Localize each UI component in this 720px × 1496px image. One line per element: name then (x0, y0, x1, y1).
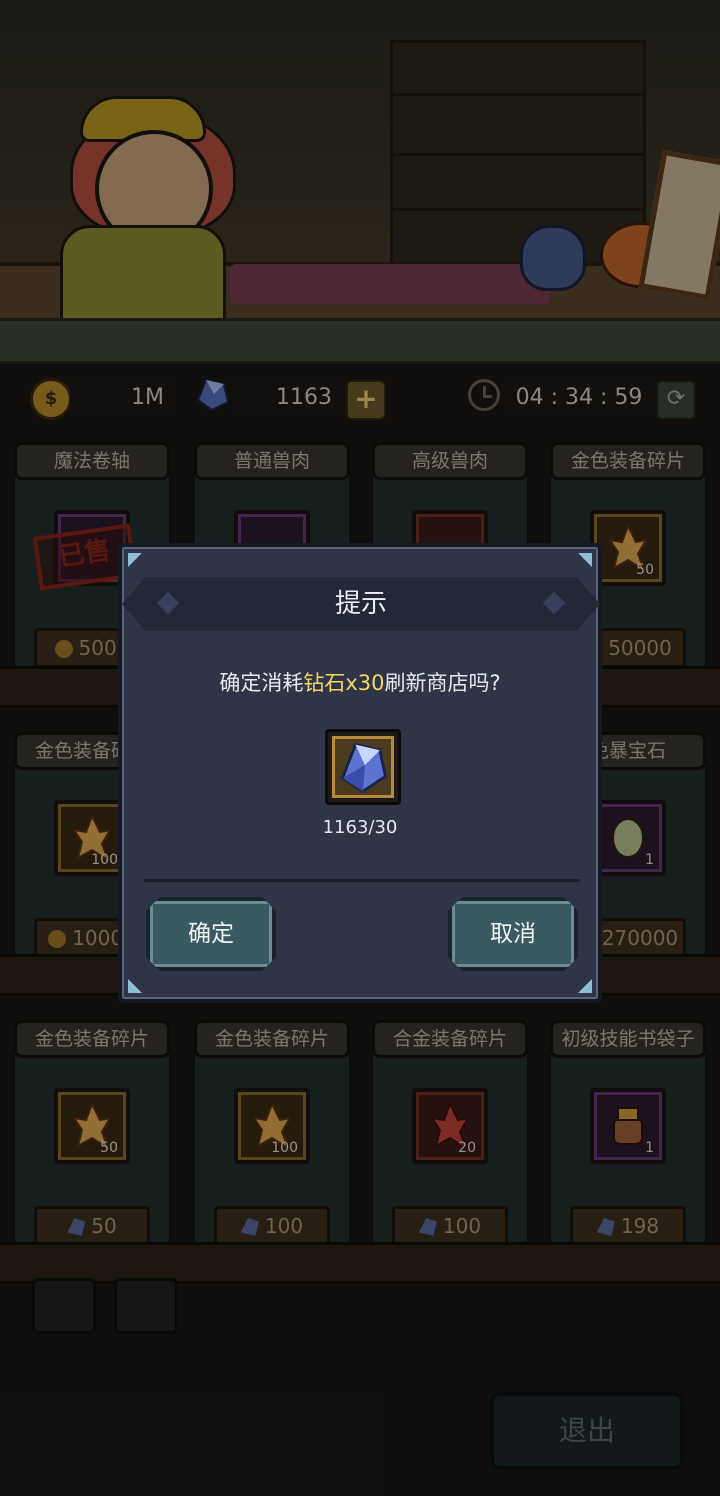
item-title: 金色装备碎片 (14, 1020, 170, 1058)
menu-board (638, 149, 720, 301)
shop-item-card[interactable]: 金色装备碎片 50 50 (12, 1020, 172, 1260)
coin-amount: 1M (70, 381, 172, 415)
pouch-decoration (520, 225, 586, 291)
dialog-corner (128, 979, 142, 993)
coin-icon (48, 930, 67, 948)
exit-button[interactable]: 退出 (490, 1392, 684, 1470)
shop-item-card[interactable]: 初级技能书袋子 1 198 (548, 1020, 708, 1260)
shop-item-card[interactable]: 金色装备碎片 100 100 (192, 1020, 352, 1260)
dialog-corner (128, 553, 142, 567)
item-title: 合金装备碎片 (372, 1020, 528, 1058)
refresh-timer: 04 : 34 : 59 (508, 381, 650, 415)
diamond-cost-slot (325, 729, 401, 805)
shelf-plank (0, 1242, 720, 1284)
dialog-title: 提示 (334, 589, 387, 619)
awning (0, 318, 720, 364)
item-slot: 100 (234, 1088, 310, 1164)
counter-cloth (230, 264, 550, 304)
diamond-icon (340, 742, 387, 793)
shop-item-card[interactable]: 合金装备碎片 20 100 (370, 1020, 530, 1260)
diamond-icon (240, 1218, 259, 1236)
item-title: 魔法卷轴 (14, 442, 170, 480)
price-button[interactable]: 198 (570, 1206, 686, 1246)
egg-gem-icon (612, 818, 644, 858)
price-button[interactable]: 50 (34, 1206, 150, 1246)
dialog-corner (578, 979, 592, 993)
diamond-count: 1163/30 (322, 817, 398, 838)
item-slot: 20 (412, 1088, 488, 1164)
item-slot: 1 (590, 1088, 666, 1164)
dialog-corner (578, 553, 592, 567)
skill-book-bag-icon (613, 1107, 643, 1145)
diamond-icon (67, 1218, 86, 1236)
confirm-button[interactable]: 确定 (146, 897, 276, 971)
gift-icon[interactable] (114, 1278, 178, 1334)
shop-scene-background (0, 0, 720, 364)
item-title: 金色装备碎片 (550, 442, 706, 480)
item-title: 初级技能书袋子 (550, 1020, 706, 1058)
item-title: 金色装备碎片 (194, 1020, 350, 1058)
coin-icon (54, 640, 73, 658)
bookshelf (390, 40, 646, 266)
item-title: 高级兽肉 (372, 442, 528, 480)
chest-icon[interactable] (32, 1278, 96, 1334)
dialog-header: 提示 (122, 577, 600, 631)
refresh-shop-button[interactable]: ⟳ (656, 380, 696, 420)
item-title: 普通兽肉 (194, 442, 350, 480)
diamond-icon (196, 378, 230, 412)
diamond-icon (418, 1218, 437, 1236)
item-slot: 50 (54, 1088, 130, 1164)
coin-icon: $ (30, 378, 72, 420)
clock-icon (468, 379, 500, 411)
shopkeeper-body (60, 225, 226, 321)
dialog-divider (144, 879, 580, 882)
add-diamond-button[interactable]: + (346, 380, 386, 420)
confirm-dialog: 提示 确定消耗钻石x30刷新商店吗? 1163/30 确定 取消 (118, 543, 602, 1003)
cost-highlight: 钻石x30 (303, 671, 385, 695)
price-button[interactable]: 100 (392, 1206, 508, 1246)
dialog-message: 确定消耗钻石x30刷新商店吗? (219, 671, 501, 695)
diamond-icon (596, 1218, 615, 1236)
price-button[interactable]: 100 (214, 1206, 330, 1246)
cancel-button[interactable]: 取消 (448, 897, 578, 971)
diamond-amount: 1163 (236, 381, 340, 415)
